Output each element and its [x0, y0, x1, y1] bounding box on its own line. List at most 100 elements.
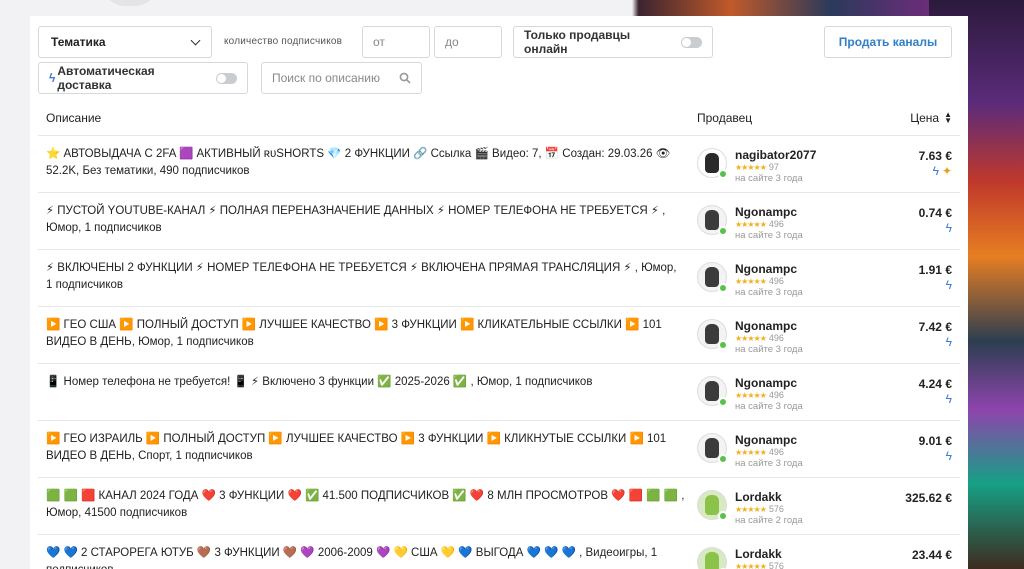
seller-since: на сайте 3 года [735, 287, 803, 298]
table-row[interactable]: ▶️ ГЕО США ▶️ ПОЛНЫЙ ДОСТУП ▶️ ЛУЧШЕЕ КА… [38, 307, 960, 364]
avatar-image [705, 381, 719, 401]
header-avatar-edge [100, 0, 160, 6]
row-description[interactable]: ⚡ ПУСТОЙ YOUTUBE-КАНАЛ ⚡ ПОЛНАЯ ПЕРЕНАЗН… [46, 203, 686, 237]
search-icon [399, 72, 411, 84]
row-price: 9.01 € [918, 434, 952, 448]
pinned-icon: ✦ [941, 164, 952, 178]
table-row[interactable]: 📱 Номер телефона не требуется! 📱 ⚡ Включ… [38, 364, 960, 421]
table-row[interactable]: ⚡ ВКЛЮЧЕНЫ 2 ФУНКЦИИ ⚡ НОМЕР ТЕЛЕФОНА НЕ… [38, 250, 960, 307]
seller-avatar[interactable] [697, 319, 728, 350]
auto-delivery-bolt-icon: ϟ [945, 278, 952, 292]
seller-since: на сайте 3 года [735, 401, 803, 412]
only-online-label: Только продавцы онлайн [524, 28, 631, 56]
auto-delivery-bolt-icon: ϟ [945, 221, 952, 235]
filters-row-2: ϟ Автоматическая доставка Поиск по описа… [38, 62, 960, 94]
row-description[interactable]: ▶️ ГЕО ИЗРАИЛЬ ▶️ ПОЛНЫЙ ДОСТУП ▶️ ЛУЧШЕ… [46, 431, 686, 465]
seller-since: на сайте 3 года [735, 230, 803, 241]
row-badges: ϟ ✦ [933, 164, 952, 178]
auto-delivery-label: Автоматическая доставка [57, 64, 155, 92]
row-price: 7.42 € [918, 320, 952, 334]
sell-channels-button[interactable]: Продать каналы [824, 26, 952, 58]
listing-panel: Тематика количество подписчиков от до То… [30, 16, 968, 569]
seller-avatar[interactable] [697, 376, 728, 407]
column-header-description: Описание [46, 110, 102, 125]
seller-avatar[interactable] [697, 205, 728, 236]
rating-stars: ★★★★★ [735, 448, 767, 457]
search-input[interactable]: Поиск по описанию [261, 62, 422, 94]
row-description[interactable]: ⚡ ВКЛЮЧЕНЫ 2 ФУНКЦИИ ⚡ НОМЕР ТЕЛЕФОНА НЕ… [46, 260, 686, 294]
rating-stars: ★★★★★ [735, 505, 767, 514]
row-description[interactable]: ▶️ ГЕО США ▶️ ПОЛНЫЙ ДОСТУП ▶️ ЛУЧШЕЕ КА… [46, 317, 686, 351]
review-count: 496 [768, 219, 784, 229]
row-badges: ϟ [946, 335, 952, 349]
rating-stars: ★★★★★ [735, 562, 767, 569]
seller-rating: ★★★★★ 496 [735, 276, 784, 286]
seller-avatar[interactable] [697, 433, 728, 464]
seller-rating: ★★★★★ 576 [735, 504, 784, 514]
subscribers-from-input[interactable]: от [362, 26, 430, 58]
auto-delivery-bolt-icon: ϟ [932, 164, 939, 178]
avatar-image [705, 438, 719, 458]
seller-since: на сайте 3 года [735, 458, 803, 469]
table-row[interactable]: ⭐ АВТОВЫДАЧА С 2FA 🟪 АКТИВНЫЙ ʀᴜSHORTS 💎… [38, 136, 960, 193]
row-price: 1.91 € [918, 263, 952, 277]
column-header-price[interactable]: Цена ▲ ▼ [910, 110, 952, 125]
row-badges: ϟ [946, 392, 952, 406]
row-description[interactable]: ⭐ АВТОВЫДАЧА С 2FA 🟪 АКТИВНЫЙ ʀᴜSHORTS 💎… [46, 146, 686, 180]
background-art-top [599, 0, 929, 16]
subscribers-to-input[interactable]: до [434, 26, 502, 58]
seller-name[interactable]: Lordakk [735, 490, 782, 504]
seller-rating: ★★★★★ 496 [735, 333, 784, 343]
review-count: 576 [768, 561, 784, 569]
seller-name[interactable]: nagibator2077 [735, 148, 816, 162]
listing-table-body: ⭐ АВТОВЫДАЧА С 2FA 🟪 АКТИВНЫЙ ʀᴜSHORTS 💎… [38, 136, 960, 569]
toggle-switch[interactable] [215, 72, 237, 84]
seller-avatar[interactable] [697, 490, 728, 521]
table-row[interactable]: 💙 💙 2 СТАРОРЕГА ЮТУБ 🤎 3 ФУНКЦИИ 🤎 💜 200… [38, 535, 960, 569]
online-status-icon [718, 511, 728, 521]
row-price: 0.74 € [918, 206, 952, 220]
sort-icon[interactable]: ▲ ▼ [944, 110, 952, 124]
review-count: 496 [768, 447, 784, 457]
online-status-icon [718, 340, 728, 350]
bolt-icon: ϟ [49, 71, 56, 85]
seller-name[interactable]: Ngonampc [735, 319, 797, 333]
row-price: 23.44 € [911, 548, 952, 562]
rating-stars: ★★★★★ [735, 163, 767, 172]
avatar-image [705, 210, 719, 230]
auto-delivery-bolt-icon: ϟ [945, 392, 952, 406]
seller-rating: ★★★★★ 496 [735, 219, 784, 229]
subscribers-from-placeholder: от [373, 35, 385, 49]
table-row[interactable]: 🟩 🟩 🟥 КАНАЛ 2024 ГОДА ❤️ 3 ФУНКЦИИ ❤️ ✅ … [38, 478, 960, 535]
search-placeholder: Поиск по описанию [272, 71, 380, 85]
row-description[interactable]: 🟩 🟩 🟥 КАНАЛ 2024 ГОДА ❤️ 3 ФУНКЦИИ ❤️ ✅ … [46, 488, 686, 522]
seller-name[interactable]: Ngonampc [735, 433, 797, 447]
seller-name[interactable]: Ngonampc [735, 376, 797, 390]
review-count: 496 [768, 276, 784, 286]
filters-row: Тематика количество подписчиков от до То… [38, 26, 960, 58]
avatar-image [705, 495, 719, 515]
seller-rating: ★★★★★ 576 [735, 561, 784, 569]
rating-stars: ★★★★★ [735, 220, 767, 229]
seller-avatar[interactable] [697, 262, 728, 293]
theme-select[interactable]: Тематика [38, 26, 212, 58]
auto-delivery-bolt-icon: ϟ [945, 449, 952, 463]
seller-avatar[interactable] [697, 148, 728, 179]
row-description[interactable]: 📱 Номер телефона не требуется! 📱 ⚡ Включ… [46, 374, 686, 391]
seller-name[interactable]: Ngonampc [735, 205, 797, 219]
chevron-down-icon [190, 35, 201, 45]
seller-rating: ★★★★★ 97 [735, 162, 779, 172]
only-online-sellers-toggle[interactable]: Только продавцы онлайн [513, 26, 713, 58]
table-row[interactable]: ▶️ ГЕО ИЗРАИЛЬ ▶️ ПОЛНЫЙ ДОСТУП ▶️ ЛУЧШЕ… [38, 421, 960, 478]
row-price: 4.24 € [918, 377, 952, 391]
seller-avatar[interactable] [697, 547, 728, 569]
row-badges: ϟ [946, 278, 952, 292]
row-description[interactable]: 💙 💙 2 СТАРОРЕГА ЮТУБ 🤎 3 ФУНКЦИИ 🤎 💜 200… [46, 545, 686, 569]
rating-stars: ★★★★★ [735, 277, 767, 286]
seller-name[interactable]: Ngonampc [735, 262, 797, 276]
seller-name[interactable]: Lordakk [735, 547, 782, 561]
toggle-switch[interactable] [681, 36, 702, 48]
auto-delivery-toggle[interactable]: ϟ Автоматическая доставка [38, 62, 248, 94]
table-row[interactable]: ⚡ ПУСТОЙ YOUTUBE-КАНАЛ ⚡ ПОЛНАЯ ПЕРЕНАЗН… [38, 193, 960, 250]
auto-delivery-bolt-icon: ϟ [945, 335, 952, 349]
